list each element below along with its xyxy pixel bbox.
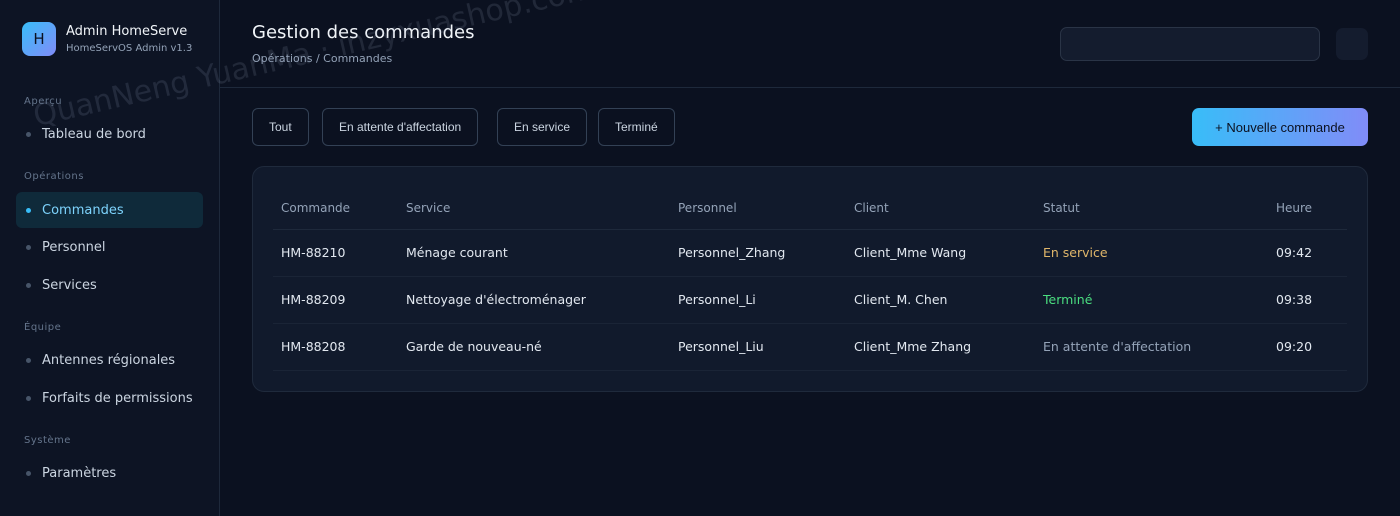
bullet-icon	[26, 395, 31, 401]
order-id: HM-88210	[273, 229, 398, 277]
order-time: 09:42	[1268, 229, 1347, 277]
order-time: 09:20	[1268, 323, 1347, 371]
order-client: Client_M. Chen	[846, 276, 1035, 324]
sidebar-item-orders[interactable]: Commandes	[16, 192, 203, 228]
bullet-icon	[26, 244, 31, 250]
breadcrumb: Opérations / Commandes	[252, 52, 393, 65]
search-input[interactable]	[1060, 27, 1320, 61]
bullet-icon	[26, 131, 31, 137]
header-action-button[interactable]	[1336, 28, 1368, 60]
filter-pending-assignment[interactable]: En attente d'affectation	[322, 108, 479, 146]
order-id: HM-88208	[273, 323, 398, 371]
nav-section-operations: Opérations	[24, 171, 84, 182]
sidebar-item-label: Services	[42, 277, 97, 293]
sidebar: H Admin HomeServe HomeServOS Admin v1.3 …	[0, 0, 220, 516]
table-header-row: Commande Service Personnel Client Statut…	[273, 187, 1347, 230]
page-header: Gestion des commandes Opérations / Comma…	[220, 0, 1400, 88]
order-status: En attente d'affectation	[1035, 323, 1268, 371]
orders-table-card: Commande Service Personnel Client Statut…	[252, 166, 1368, 392]
brand-logo: H	[22, 22, 56, 56]
bullet-icon	[26, 207, 31, 213]
brand-name: Admin HomeServe	[66, 24, 188, 39]
sidebar-item-label: Tableau de bord	[42, 126, 146, 142]
order-client: Client_Mme Zhang	[846, 323, 1035, 371]
order-service: Garde de nouveau-né	[398, 323, 670, 371]
brand-text: Admin HomeServe HomeServOS Admin v1.3	[66, 24, 192, 54]
bullet-icon	[26, 470, 31, 476]
sidebar-item-regional-branches[interactable]: Antennes régionales	[16, 342, 203, 378]
nav-section-apercu: Aperçu	[24, 96, 63, 107]
order-id: HM-88209	[273, 276, 398, 324]
sidebar-item-dashboard[interactable]: Tableau de bord	[16, 116, 203, 152]
page-title: Gestion des commandes	[252, 22, 475, 43]
filter-completed[interactable]: Terminé	[598, 108, 675, 146]
nav-section-system: Système	[24, 435, 71, 446]
sidebar-item-label: Antennes régionales	[42, 352, 176, 368]
order-service: Ménage courant	[398, 229, 670, 277]
order-staff: Personnel_Zhang	[670, 229, 846, 277]
sidebar-item-permission-plans[interactable]: Forfaits de permissions	[16, 380, 203, 416]
order-status: Terminé	[1035, 276, 1268, 324]
sidebar-item-settings[interactable]: Paramètres	[16, 455, 203, 491]
sidebar-item-label: Paramètres	[42, 465, 117, 481]
column-header-client: Client	[846, 187, 1035, 230]
table-row[interactable]: HM-88209 Nettoyage d'électroménager Pers…	[273, 276, 1347, 324]
sidebar-item-label: Commandes	[42, 202, 124, 218]
brand: H Admin HomeServe HomeServOS Admin v1.3	[22, 22, 192, 56]
column-header-service: Service	[398, 187, 670, 230]
column-header-status: Statut	[1035, 187, 1268, 230]
order-status: En service	[1035, 229, 1268, 277]
bullet-icon	[26, 357, 31, 363]
order-time: 09:38	[1268, 276, 1347, 324]
column-header-order: Commande	[273, 187, 398, 230]
table-row[interactable]: HM-88210 Ménage courant Personnel_Zhang …	[273, 229, 1347, 277]
nav-section-team: Équipe	[24, 322, 62, 333]
sidebar-item-label: Personnel	[42, 239, 106, 255]
bullet-icon	[26, 282, 31, 288]
sidebar-item-services[interactable]: Services	[16, 267, 203, 303]
column-header-time: Heure	[1268, 187, 1347, 230]
sidebar-item-label: Forfaits de permissions	[42, 390, 193, 406]
new-order-button[interactable]: + Nouvelle commande	[1192, 108, 1368, 146]
order-service: Nettoyage d'électroménager	[398, 276, 670, 324]
main-content: Gestion des commandes Opérations / Comma…	[220, 0, 1400, 516]
orders-table: Commande Service Personnel Client Statut…	[273, 187, 1347, 371]
column-header-staff: Personnel	[670, 187, 846, 230]
order-staff: Personnel_Li	[670, 276, 846, 324]
order-client: Client_Mme Wang	[846, 229, 1035, 277]
table-row[interactable]: HM-88208 Garde de nouveau-né Personnel_L…	[273, 323, 1347, 371]
sidebar-item-staff[interactable]: Personnel	[16, 229, 203, 265]
filter-in-service[interactable]: En service	[497, 108, 588, 146]
brand-subtitle: HomeServOS Admin v1.3	[66, 43, 193, 54]
filter-all[interactable]: Tout	[252, 108, 309, 146]
order-staff: Personnel_Liu	[670, 323, 846, 371]
